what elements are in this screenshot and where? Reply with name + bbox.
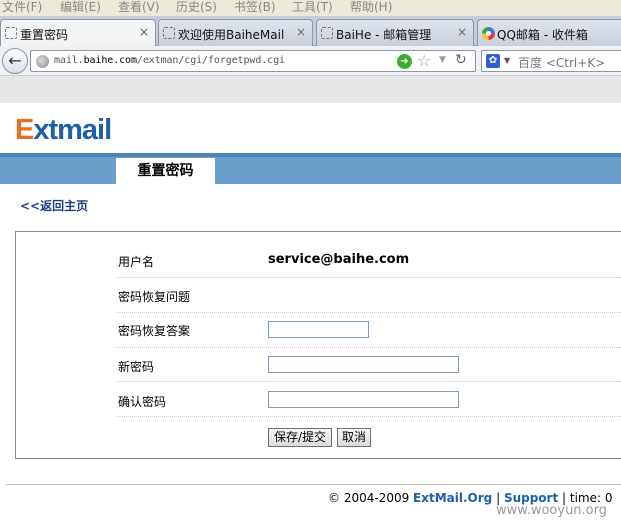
cancel-button[interactable]: 取消 [337,428,371,447]
qq-mail-icon [482,27,495,40]
menu-edit[interactable]: 编辑(E) [60,0,101,14]
tab-title: QQ邮箱 - 收件箱 [497,28,588,42]
copyright-text: © 2004-2009 [328,491,414,505]
username-label: 用户名 [118,255,155,269]
new-password-label: 新密码 [118,360,155,374]
globe-icon [36,55,49,68]
menu-bar: 文件(F) 编辑(E) 查看(V) 历史(S) 书签(B) 工具(T) 帮助(H… [0,0,621,16]
extmail-org-link[interactable]: ExtMail.Org [413,491,492,505]
menu-view[interactable]: 查看(V) [118,0,160,14]
url-text[interactable]: mail.baihe.com/extman/cgi/forgetpwd.cgi [54,55,285,66]
address-bar[interactable]: mail.baihe.com/extman/cgi/forgetpwd.cgi … [30,50,476,72]
close-icon[interactable]: × [457,25,467,39]
watermark: www.wooyun.org [496,503,608,518]
menu-help[interactable]: 帮助(H) [350,0,392,14]
row-divider [116,277,621,278]
close-icon[interactable]: × [296,25,306,39]
page-icon [163,27,175,39]
close-icon[interactable]: × [139,25,149,39]
baidu-paw-icon[interactable]: ✿ [486,54,500,68]
row-divider [116,312,621,313]
recovery-question-label: 密码恢复问题 [118,290,191,304]
tab-baihe-mail-admin[interactable]: BaiHe - 邮箱管理 × [316,19,474,46]
tab-title: 重置密码 [20,28,69,42]
footer-divider [6,484,621,485]
search-placeholder[interactable]: 百度 <Ctrl+K> [518,54,605,71]
toolbar-spacer [0,76,621,103]
save-submit-button[interactable]: 保存/提交 [268,428,332,447]
recovery-answer-label: 密码恢复答案 [118,324,191,338]
back-to-home-link[interactable]: <<返回主页 [20,197,88,214]
tab-title: 欢迎使用BaiheMail [178,28,285,42]
tab-strip: 重置密码 × 欢迎使用BaiheMail × BaiHe - 邮箱管理 × QQ… [0,16,621,47]
menu-history[interactable]: 历史(S) [176,0,217,14]
new-password-field[interactable] [268,356,459,373]
row-divider [116,416,621,417]
navigation-toolbar: ← mail.baihe.com/extman/cgi/forgetpwd.cg… [0,46,621,76]
bookmark-star-icon[interactable]: ☆ [417,51,431,70]
row-divider [116,347,621,348]
menu-bookmarks[interactable]: 书签(B) [234,0,276,14]
reload-icon[interactable]: ↻ [455,52,467,68]
extmail-logo: Extmail [15,114,112,146]
page-icon [5,27,17,39]
username-value: service@baihe.com [268,252,410,267]
recovery-answer-field[interactable] [268,321,369,338]
chevron-down-icon[interactable]: ▼ [439,55,446,65]
search-bar[interactable]: ✿ ▼ 百度 <Ctrl+K> [481,50,621,72]
confirm-password-label: 确认密码 [118,395,167,409]
tab-reset-password[interactable]: 重置密码 × [0,19,156,47]
back-arrow-icon[interactable]: ← [2,48,28,74]
row-divider [116,381,621,382]
confirm-password-field[interactable] [268,391,459,408]
header-band [0,153,621,184]
page-icon [321,27,333,39]
menu-file[interactable]: 文件(F) [2,0,42,14]
menu-tools[interactable]: 工具(T) [292,0,333,14]
tab-reset-password-page: 重置密码 [116,158,215,184]
chevron-down-icon[interactable]: ▼ [504,56,510,65]
tab-welcome-baihemail[interactable]: 欢迎使用BaiheMail × [158,19,313,46]
tab-title: BaiHe - 邮箱管理 [336,28,432,42]
tab-qq-mail-inbox[interactable]: QQ邮箱 - 收件箱 [477,19,621,46]
go-arrow-icon[interactable]: ➜ [397,54,412,69]
